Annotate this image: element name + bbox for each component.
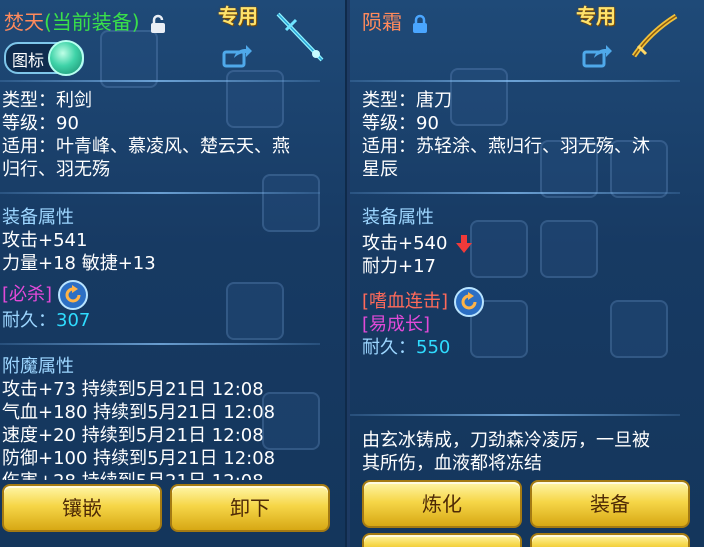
applicable-line: 归行、羽无殇: [2, 159, 110, 180]
icon-toggle-label: 图标: [12, 51, 45, 70]
unlock-icon[interactable]: [150, 14, 166, 34]
item-title: 焚天(当前装备): [4, 6, 166, 35]
bg-item-slot: [450, 68, 508, 126]
refresh-skill-icon[interactable]: [453, 287, 484, 317]
enchant-line: 气血+180 持续到5月21日 12:08: [2, 402, 276, 423]
sword-icon: [276, 12, 324, 62]
unequip-button[interactable]: 卸下: [170, 484, 330, 532]
attr-line: 攻击+541: [2, 230, 88, 251]
durability-label: 耐久：: [362, 337, 416, 358]
durability-row: 耐久：550: [362, 336, 450, 359]
icon-toggle[interactable]: 图标: [4, 40, 84, 76]
attack-value: 攻击+540: [362, 233, 448, 254]
durability-value: 550: [416, 337, 451, 358]
toggle-knob: [48, 40, 84, 76]
skill-tag: [嗜血连击]: [362, 291, 449, 312]
current-equipment-panel: 焚天(当前装备) 专用 图标 类型：利剑 等级：90 适用：叶青峰、慕凌风、楚云…: [0, 0, 347, 547]
attr-header: 装备属性: [2, 207, 74, 228]
share-icon[interactable]: [222, 44, 252, 68]
divider: [0, 343, 320, 345]
item-title: 陨霜: [362, 6, 428, 35]
level-line: 等级：90: [362, 113, 439, 134]
decrease-arrow-icon: [456, 235, 473, 253]
inlay-button[interactable]: 镶嵌: [2, 484, 162, 532]
attr-header: 装备属性: [362, 207, 434, 228]
applicable-line: 星辰: [362, 159, 398, 180]
refine-button[interactable]: 炼化: [362, 480, 522, 528]
enchant-line: 防御+100 持续到5月21日 12:08: [2, 448, 276, 469]
bg-item-slot: [262, 174, 320, 232]
attr-line: 力量+18 敏捷+13: [2, 253, 156, 274]
type-line: 类型：利剑: [2, 90, 92, 111]
blade-icon: [631, 13, 678, 58]
divider: [0, 192, 320, 194]
item-name: 焚天: [4, 10, 44, 34]
share-icon[interactable]: [582, 44, 612, 68]
more-button[interactable]: [362, 533, 522, 547]
enchant-line: 攻击+73 持续到5月21日 12:08: [2, 379, 264, 400]
special-tag: 专用: [576, 4, 616, 28]
enchant-line: 伤害+28 持续到5月21日 12:08: [2, 470, 264, 480]
divider: [350, 80, 680, 82]
bg-item-slot: [226, 70, 284, 128]
skill-tag: [必杀]: [2, 284, 53, 305]
item-name: 陨霜: [362, 10, 402, 34]
compare-equipment-panel: 陨霜 专用 类型：唐刀 等级：90 适用：苏轻涂、燕归行、羽无殇、沐 星辰 装备…: [350, 0, 704, 547]
description-line: 其所伤，血液都将冻结: [362, 453, 542, 474]
lock-icon[interactable]: [412, 14, 428, 34]
bg-item-slot: [610, 300, 668, 358]
durability-label: 耐久：: [2, 310, 56, 331]
durability-value: 307: [56, 310, 91, 331]
type-line: 类型：唐刀: [362, 90, 452, 111]
level-line: 等级：90: [2, 113, 79, 134]
bg-item-slot: [226, 282, 284, 340]
skill-row: [必杀]: [2, 280, 88, 310]
more-button[interactable]: [530, 533, 690, 547]
enchant-line: 速度+20 持续到5月21日 12:08: [2, 425, 264, 446]
divider: [350, 192, 680, 194]
refresh-skill-icon[interactable]: [57, 280, 88, 310]
attr-line: 耐力+17: [362, 256, 436, 277]
divider: [350, 414, 680, 416]
equip-button[interactable]: 装备: [530, 480, 690, 528]
description-line: 由玄冰铸成，刀劲森冷凌厉，一旦被: [362, 430, 650, 451]
applicable-line: 适用：叶青峰、慕凌风、楚云天、燕: [2, 136, 290, 157]
bg-item-slot: [540, 220, 598, 278]
equipped-status: (当前装备): [44, 10, 140, 34]
skill-tag: [易成长]: [362, 314, 431, 335]
applicable-line: 适用：苏轻涂、燕归行、羽无殇、沐: [362, 136, 650, 157]
divider: [0, 80, 320, 82]
durability-row: 耐久：307: [2, 309, 90, 332]
special-tag: 专用: [218, 4, 258, 28]
enchant-header: 附魔属性: [2, 356, 74, 377]
attack-row: 攻击+540: [362, 232, 473, 255]
bg-item-slot: [470, 220, 528, 278]
